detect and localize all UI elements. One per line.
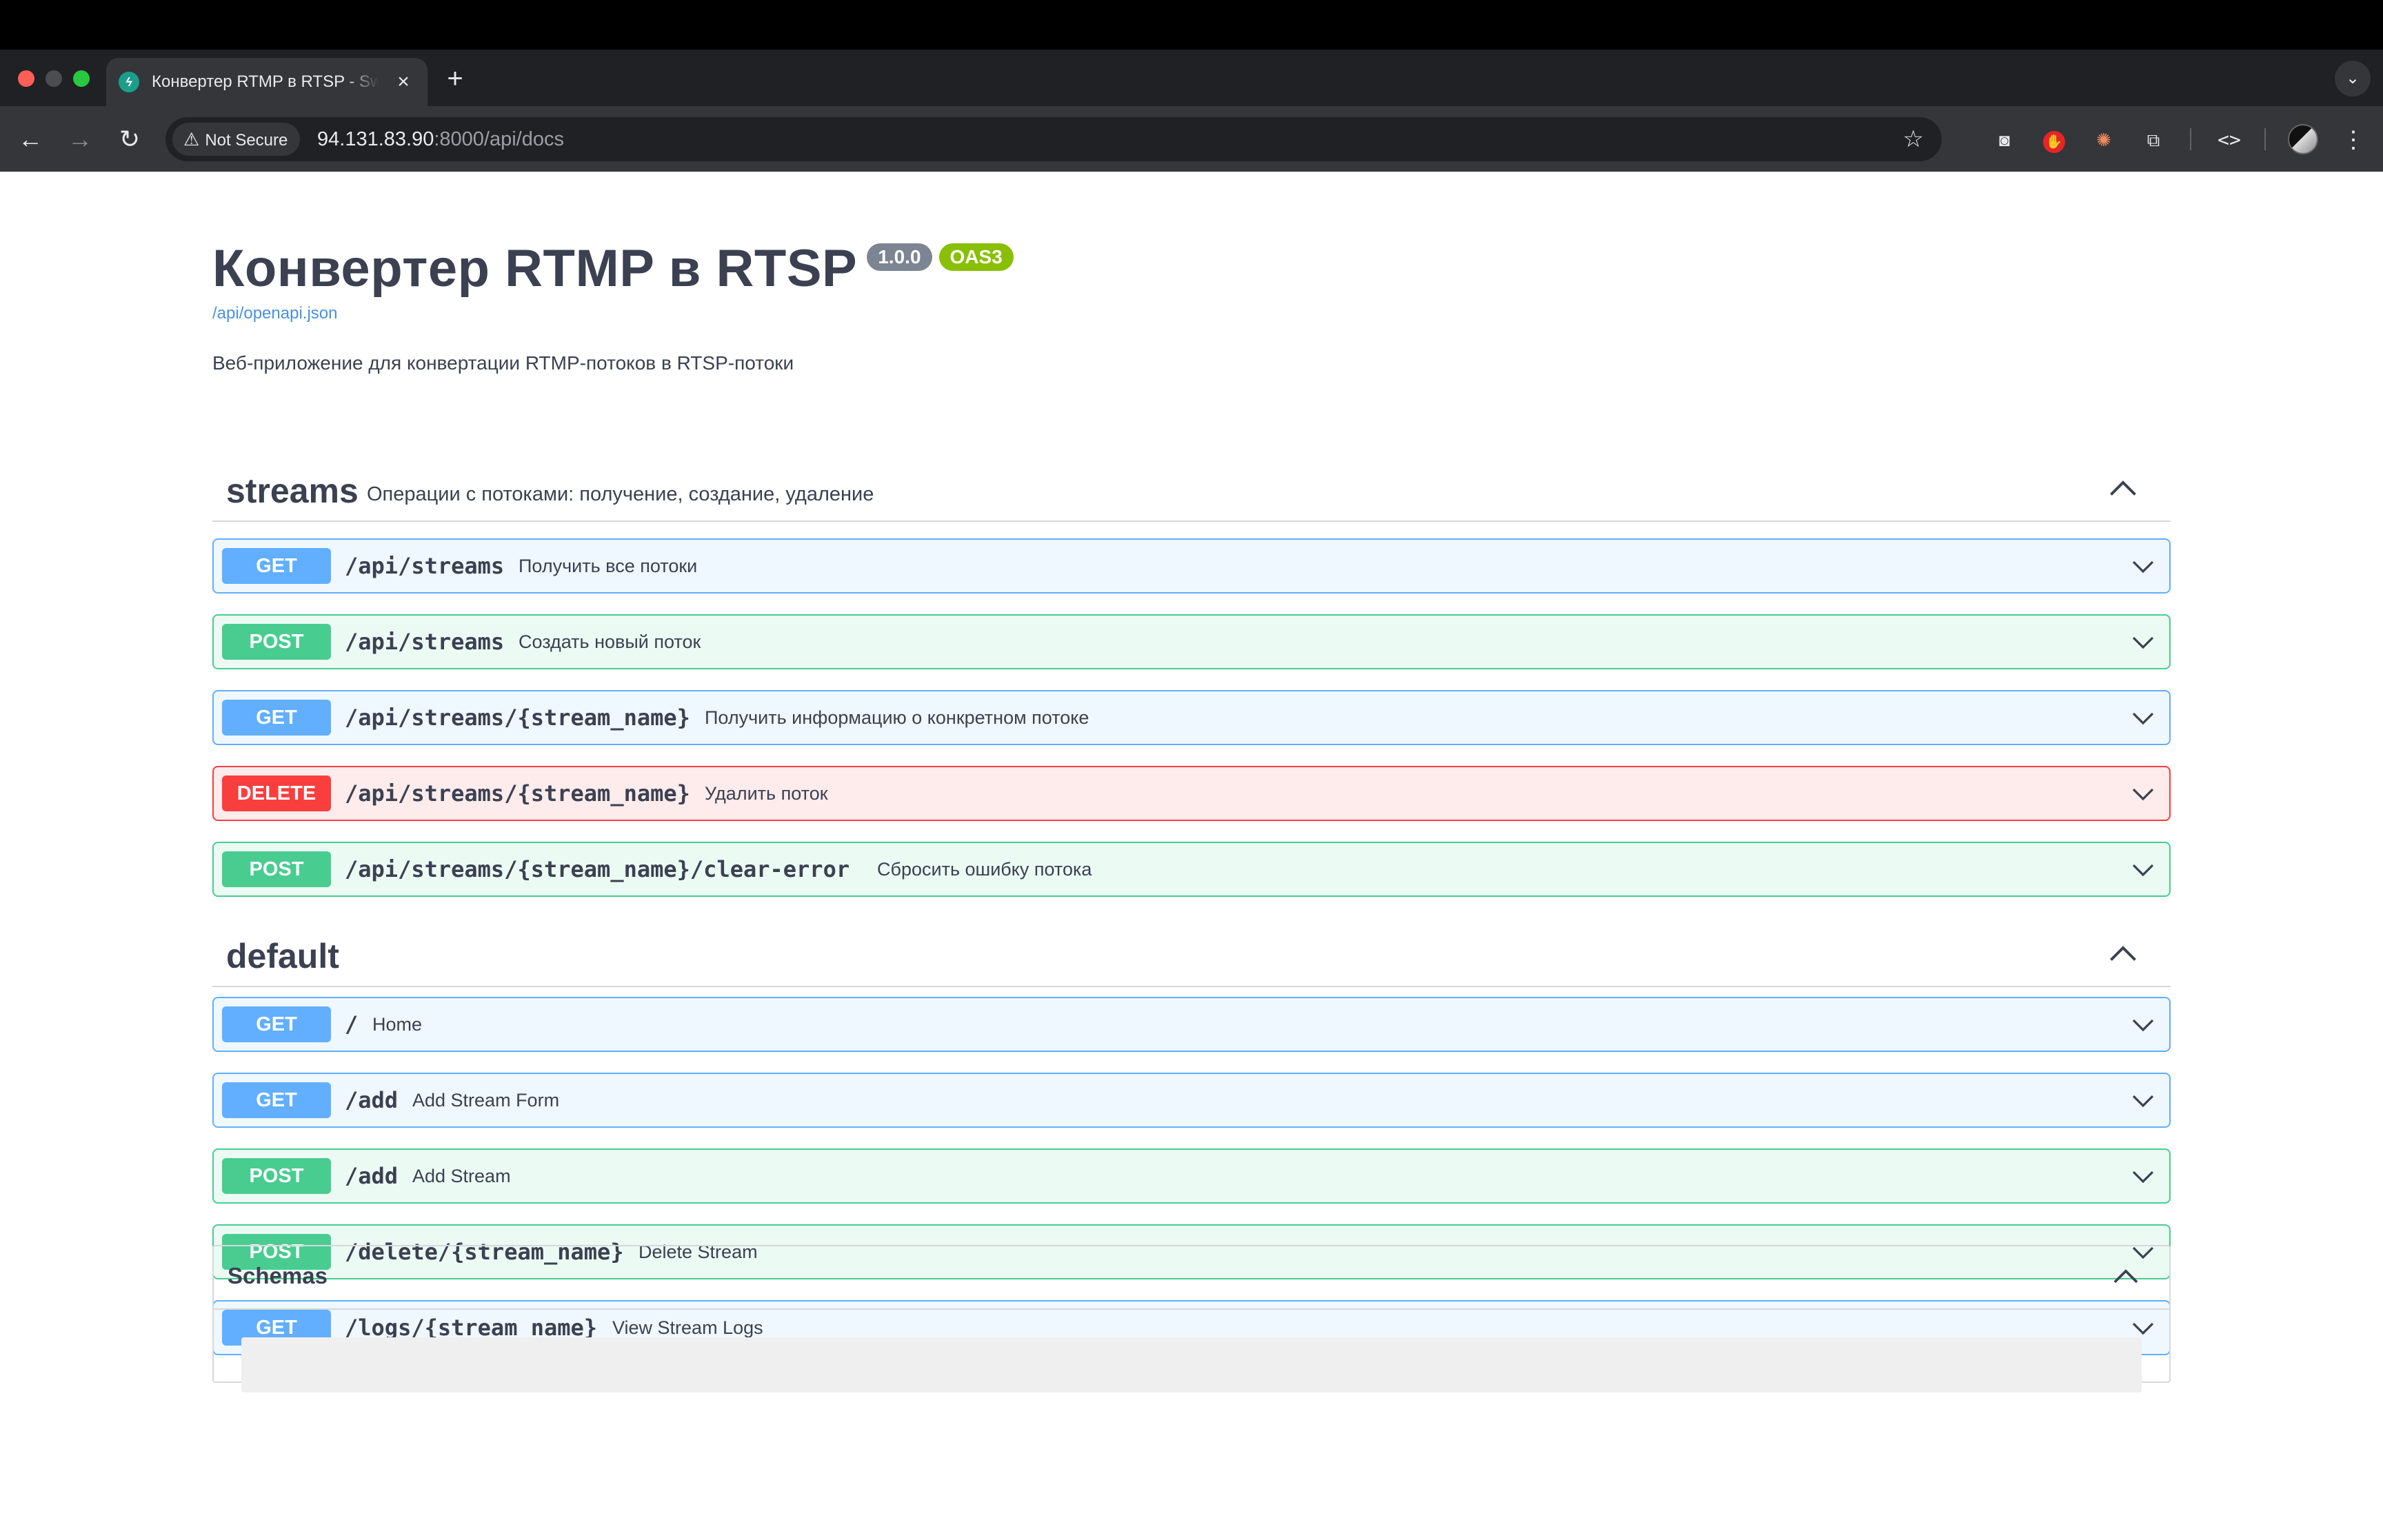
url-text: 94.131.83.90:8000/api/docs [317, 117, 564, 161]
profile-avatar[interactable] [2288, 124, 2318, 154]
tab-title: Конвертер RTMP в RTSP - Swagger UI [152, 72, 379, 91]
operation-path: /add [345, 1163, 399, 1189]
operation-row[interactable]: POST /api/streams Создать новый поток [212, 614, 2171, 669]
chevron-down-icon[interactable] [2129, 552, 2157, 580]
back-arrow-icon[interactable]: ← [14, 123, 47, 156]
openapi-json-link[interactable]: /api/openapi.json [212, 304, 2171, 323]
api-title: Конвертер RTMP в RTSP [212, 239, 858, 298]
menu-bar [0, 0, 2383, 50]
section-default: default GET / Home GET /add Add Stream F… [212, 918, 2171, 1355]
cookie-extension-icon[interactable]: ✺ [2088, 124, 2120, 156]
chevron-up-icon[interactable] [2106, 938, 2140, 972]
method-badge: GET [222, 548, 331, 584]
operation-path: /api/streams [345, 553, 505, 579]
operation-row[interactable]: DELETE /api/streams/{stream_name} Удалит… [212, 766, 2171, 821]
tab-close-icon[interactable]: × [389, 68, 418, 97]
oas-badge: OAS3 [938, 243, 1014, 271]
security-chip[interactable]: ⚠ Not Secure [172, 123, 301, 156]
forward-arrow-icon[interactable]: → [63, 123, 97, 156]
schemas-title: Schemas [228, 1263, 328, 1288]
operation-summary: Создать новый поток [519, 631, 701, 652]
method-badge: POST [222, 851, 331, 887]
chevron-down-icon[interactable] [2129, 1162, 2157, 1190]
minimize-window-button[interactable] [46, 70, 62, 87]
camera-extension-icon[interactable]: ◙ [1989, 124, 2020, 156]
version-badge: 1.0.0 [867, 243, 932, 271]
operation-summary: Add Stream [412, 1166, 511, 1186]
schemas-section: Schemas [212, 1245, 2171, 1392]
security-label: Not Secure [205, 131, 288, 150]
method-badge: GET [222, 700, 331, 736]
fastapi-favicon-icon: ϟ [119, 72, 139, 92]
operation-path: /add [345, 1087, 399, 1113]
operation-path: /api/streams/{stream_name} [345, 705, 690, 731]
operation-path: /api/streams [345, 629, 505, 655]
api-description: Веб-приложение для конвертации RTMP-пото… [212, 352, 794, 374]
chevron-down-icon[interactable] [2129, 780, 2157, 807]
operation-summary: Получить все потоки [519, 556, 698, 576]
operation-row[interactable]: GET /add Add Stream Form [212, 1073, 2171, 1128]
section-header-streams[interactable]: streams Операции с потоками: получение, … [212, 453, 2171, 522]
devtools-code-icon[interactable]: <> [2213, 124, 2245, 156]
reload-icon[interactable]: ↻ [113, 123, 146, 156]
browser-menu-icon[interactable]: ⋮ [2337, 124, 2369, 156]
close-window-button[interactable] [18, 70, 34, 87]
method-badge: GET [222, 1082, 331, 1118]
operation-summary: Получить информацию о конкретном потоке [705, 707, 1089, 728]
operation-path: /api/streams/{stream_name}/clear-error [345, 856, 850, 882]
chevron-up-icon[interactable] [2110, 1262, 2142, 1293]
chevron-down-icon[interactable] [2129, 855, 2157, 883]
operation-path: /api/streams/{stream_name} [345, 780, 690, 807]
operation-summary: Сбросить ошибку потока [877, 859, 1092, 880]
toolbar-divider [2264, 128, 2266, 150]
section-streams: streams Операции с потоками: получение, … [212, 453, 2171, 897]
bookmark-star-icon[interactable]: ☆ [1903, 117, 1924, 161]
operation-row[interactable]: GET /api/streams Получить все потоки [212, 538, 2171, 594]
operation-row[interactable]: POST /add Add Stream [212, 1148, 2171, 1204]
maximize-window-button[interactable] [73, 70, 90, 87]
operation-path: / [345, 1011, 359, 1037]
new-tab-icon[interactable]: + [439, 62, 472, 95]
chevron-down-icon[interactable] [2129, 1011, 2157, 1038]
url-host: 94.131.83.90 [317, 128, 434, 150]
url-path: :8000/api/docs [434, 128, 564, 150]
operation-summary: Удалить поток [705, 783, 828, 804]
toolbar-divider [2190, 128, 2191, 150]
method-badge: POST [222, 1158, 331, 1194]
api-info: Конвертер RTMP в RTSP 1.0.0 OAS3 /api/op… [212, 238, 2171, 374]
section-header-default[interactable]: default [212, 918, 2171, 987]
adblock-extension-icon[interactable]: ✋ [2038, 124, 2070, 156]
chevron-down-icon[interactable] [2129, 628, 2157, 656]
method-badge: GET [222, 1006, 331, 1042]
schema-model-box[interactable] [241, 1337, 2142, 1392]
operation-row[interactable]: POST /api/streams/{stream_name}/clear-er… [212, 842, 2171, 897]
tab-search-chevron-icon[interactable]: ⌄ [2335, 61, 2371, 97]
operation-row[interactable]: GET / Home [212, 997, 2171, 1052]
warning-icon: ⚠ [183, 129, 200, 150]
browser-tab[interactable]: ϟ Конвертер RTMP в RTSP - Swagger UI × [106, 58, 428, 106]
method-badge: DELETE [222, 776, 331, 811]
method-badge: POST [222, 624, 331, 660]
address-bar[interactable]: ⚠ Not Secure 94.131.83.90:8000/api/docs ☆ [165, 117, 1942, 161]
chevron-down-icon[interactable] [2129, 704, 2157, 731]
section-description: Операции с потоками: получение, создание… [367, 483, 874, 505]
section-title: default [226, 937, 339, 975]
section-title: streams [226, 472, 359, 510]
operation-row[interactable]: GET /api/streams/{stream_name} Получить … [212, 690, 2171, 745]
operation-summary: Home [372, 1014, 423, 1035]
schemas-header[interactable]: Schemas [214, 1246, 2169, 1310]
extensions-puzzle-icon[interactable]: ⧉ [2138, 124, 2169, 156]
chevron-up-icon[interactable] [2106, 472, 2140, 507]
chevron-down-icon[interactable] [2129, 1086, 2157, 1114]
operation-summary: Add Stream Form [412, 1090, 560, 1111]
